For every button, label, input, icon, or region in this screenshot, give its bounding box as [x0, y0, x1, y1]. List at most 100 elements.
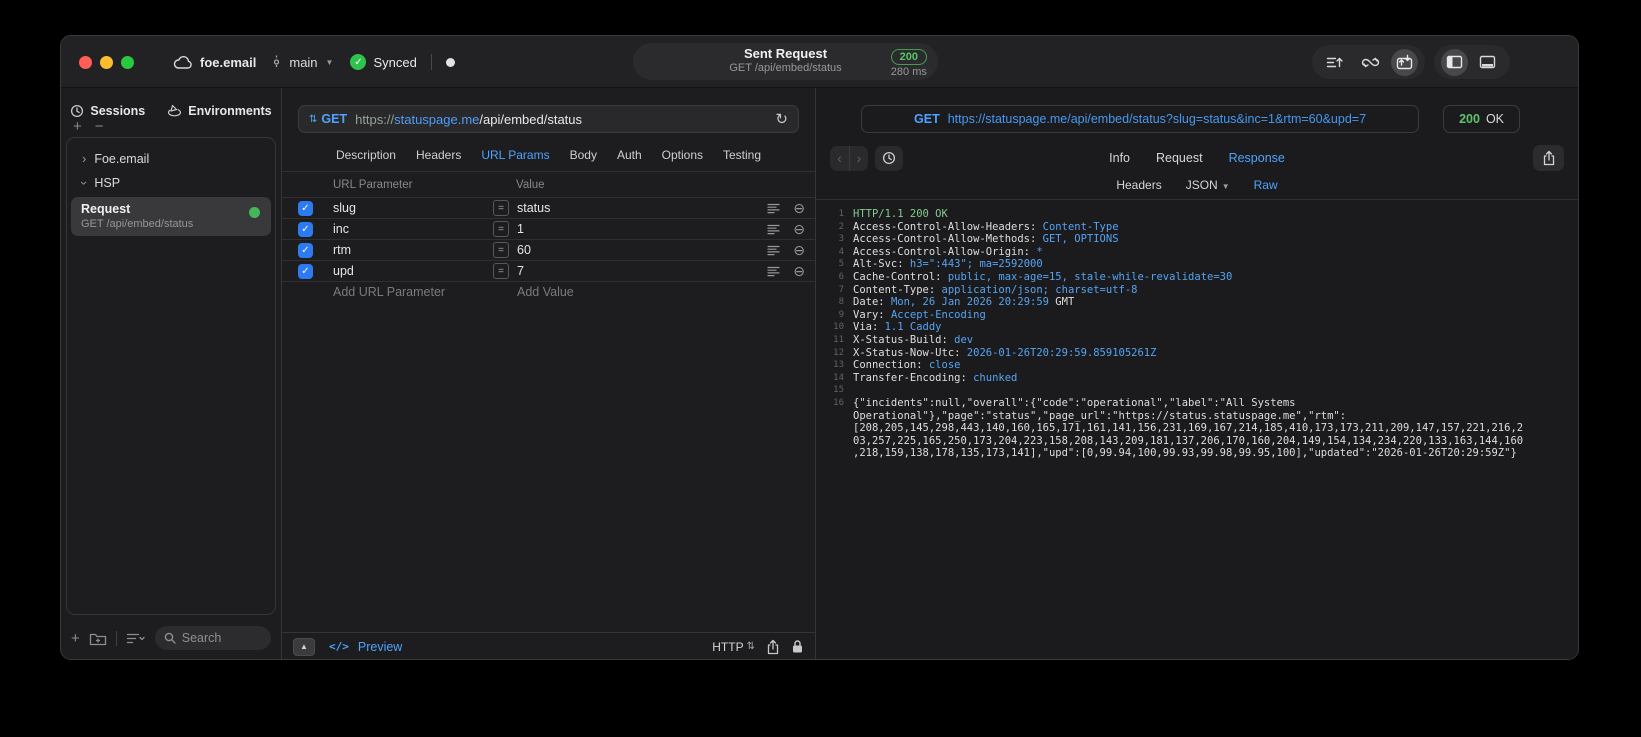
line-text: X-Status-Build: dev — [853, 333, 974, 346]
response-line: 13 Connection: close — [824, 359, 1564, 372]
resend-request-icon[interactable]: ↻ — [775, 110, 788, 128]
response-tab[interactable]: Info — [1109, 151, 1130, 165]
param-value-field[interactable]: 7 — [517, 264, 763, 278]
request-list-item-selected[interactable]: Request GET /api/embed/status — [71, 197, 271, 236]
footer-right-group: HTTP ⇅ — [712, 639, 804, 655]
remove-param-icon[interactable]: ⊖ — [783, 221, 805, 238]
param-options-icon[interactable] — [763, 245, 783, 256]
param-name-field[interactable]: slug — [333, 201, 493, 215]
lock-icon[interactable] — [791, 639, 804, 654]
request-editor-tab[interactable]: Body — [570, 148, 597, 162]
toolbar-divider — [115, 630, 117, 646]
sync-loop-icon[interactable] — [1361, 55, 1380, 70]
sidebar-left-icon — [1446, 55, 1463, 69]
request-editor-pane: ⇅ GET https://statuspage.me/api/embed/st… — [282, 88, 816, 659]
remove-param-icon[interactable]: ⊖ — [783, 263, 805, 280]
add-session-button[interactable]: + — [73, 119, 82, 136]
sidebar: Sessions Environments + − › Foe.email › … — [61, 88, 282, 659]
response-subtab[interactable]: JSON ▼ — [1186, 178, 1230, 192]
sort-filter-icon[interactable] — [126, 632, 146, 645]
param-checkbox-checked[interactable]: ✓ — [298, 263, 313, 279]
request-editor-tab[interactable]: Testing — [723, 148, 761, 162]
response-line: 16 {"incidents":null,"overall":{"code":"… — [824, 397, 1564, 460]
tab-environments[interactable]: Environments — [167, 101, 272, 121]
response-line: 11 X-Status-Build: dev — [824, 334, 1564, 347]
close-window-button[interactable] — [79, 56, 92, 69]
response-tab[interactable]: Response — [1229, 151, 1285, 165]
sessions-panel: › Foe.email › HSP Request GET /api/embed… — [66, 137, 276, 615]
line-number: 1 — [838, 209, 844, 219]
sync-status-label[interactable]: Synced — [373, 55, 416, 70]
line-text: Connection: close — [853, 359, 961, 372]
sent-request-pill[interactable]: Sent Request GET /api/embed/status 200 2… — [633, 43, 938, 80]
request-editor-tab[interactable]: URL Params — [481, 148, 549, 162]
add-param-name-placeholder[interactable]: Add URL Parameter — [333, 285, 493, 299]
response-line: 10 Via: 1.1 Caddy — [824, 321, 1564, 334]
branch-chevron-down-icon[interactable]: ▼ — [326, 58, 334, 67]
request-method[interactable]: GET — [321, 112, 347, 126]
request-editor-tab[interactable]: Options — [662, 148, 703, 162]
param-value-field[interactable]: 60 — [517, 243, 763, 257]
preview-button[interactable]: Preview — [358, 640, 402, 654]
tree-item-hsp[interactable]: › HSP — [67, 171, 275, 195]
param-options-icon[interactable] — [763, 266, 783, 277]
traffic-lights — [79, 56, 134, 69]
remove-session-button[interactable]: − — [95, 119, 104, 136]
request-editor-tab[interactable]: Headers — [416, 148, 461, 162]
line-text: Via: 1.1 Caddy — [853, 321, 942, 334]
request-url-bar[interactable]: ⇅ GET https://statuspage.me/api/embed/st… — [298, 105, 799, 133]
search-input[interactable]: Search — [154, 626, 271, 650]
equals-icon: = — [493, 200, 509, 216]
toggle-sidebar-button[interactable] — [1441, 48, 1468, 76]
code-preview-icon[interactable]: </> — [329, 640, 349, 653]
line-number: 2 — [838, 221, 844, 232]
response-tab[interactable]: Request — [1156, 151, 1203, 165]
response-subtab[interactable]: Headers — [1116, 178, 1161, 192]
remove-param-icon[interactable]: ⊖ — [783, 242, 805, 259]
export-response-button[interactable] — [1533, 145, 1564, 171]
line-text: Content-Type: application/json; charset=… — [853, 283, 1138, 296]
param-name-field[interactable]: upd — [333, 264, 493, 278]
param-checkbox-checked[interactable]: ✓ — [298, 221, 313, 237]
response-top-bar: GET https://statuspage.me/api/embed/stat… — [816, 88, 1578, 133]
request-status-dot — [249, 207, 260, 218]
line-text: Vary: Accept-Encoding — [853, 308, 986, 321]
url-host: statuspage.me — [394, 111, 480, 127]
branch-name[interactable]: main — [289, 55, 317, 70]
param-options-icon[interactable] — [763, 203, 783, 214]
remove-param-icon[interactable]: ⊖ — [783, 200, 805, 217]
sent-request-url[interactable]: GET https://statuspage.me/api/embed/stat… — [861, 105, 1420, 133]
add-param-value-placeholder[interactable]: Add Value — [517, 285, 805, 299]
response-status-text: OK — [1485, 112, 1504, 126]
param-checkbox-checked[interactable]: ✓ — [298, 200, 313, 216]
tree-item-foe-email[interactable]: › Foe.email — [67, 147, 275, 171]
add-param-row[interactable]: Add URL Parameter Add Value — [282, 281, 815, 302]
zoom-window-button[interactable] — [121, 56, 134, 69]
request-editor-tab[interactable]: Description — [336, 148, 396, 162]
expand-panel-button[interactable]: ▲ — [293, 637, 315, 656]
response-line: 14 Transfer-Encoding: chunked — [824, 372, 1564, 385]
param-checkbox-checked[interactable]: ✓ — [298, 242, 313, 258]
app-window: foe.email main ▼ ✓ Synced Sent Request G… — [60, 35, 1579, 660]
param-options-icon[interactable] — [763, 224, 783, 235]
new-folder-icon[interactable] — [89, 631, 107, 646]
project-info: foe.email main ▼ ✓ Synced — [173, 36, 455, 88]
param-name-field[interactable]: rtm — [333, 243, 493, 257]
param-value-field[interactable]: status — [517, 201, 763, 215]
params-header-row: URL Parameter Value — [282, 172, 815, 197]
project-name[interactable]: foe.email — [200, 55, 256, 70]
minimize-window-button[interactable] — [100, 56, 113, 69]
method-stepper-icon[interactable]: ⇅ — [309, 114, 317, 125]
share-icon[interactable] — [766, 639, 780, 655]
reorder-requests-icon[interactable] — [1326, 55, 1343, 70]
response-subtab[interactable]: Raw — [1254, 178, 1278, 192]
new-request-button[interactable]: + — [71, 630, 80, 647]
toggle-bottom-panel-button[interactable] — [1479, 55, 1496, 69]
request-editor-tab[interactable]: Auth — [617, 148, 642, 162]
response-subtabs: Headers JSON ▼ Raw — [816, 171, 1578, 200]
protocol-selector[interactable]: HTTP ⇅ — [712, 640, 755, 654]
send-receive-toggle[interactable] — [1391, 48, 1418, 76]
line-number: 9 — [838, 309, 844, 320]
param-name-field[interactable]: inc — [333, 222, 493, 236]
param-value-field[interactable]: 1 — [517, 222, 763, 236]
